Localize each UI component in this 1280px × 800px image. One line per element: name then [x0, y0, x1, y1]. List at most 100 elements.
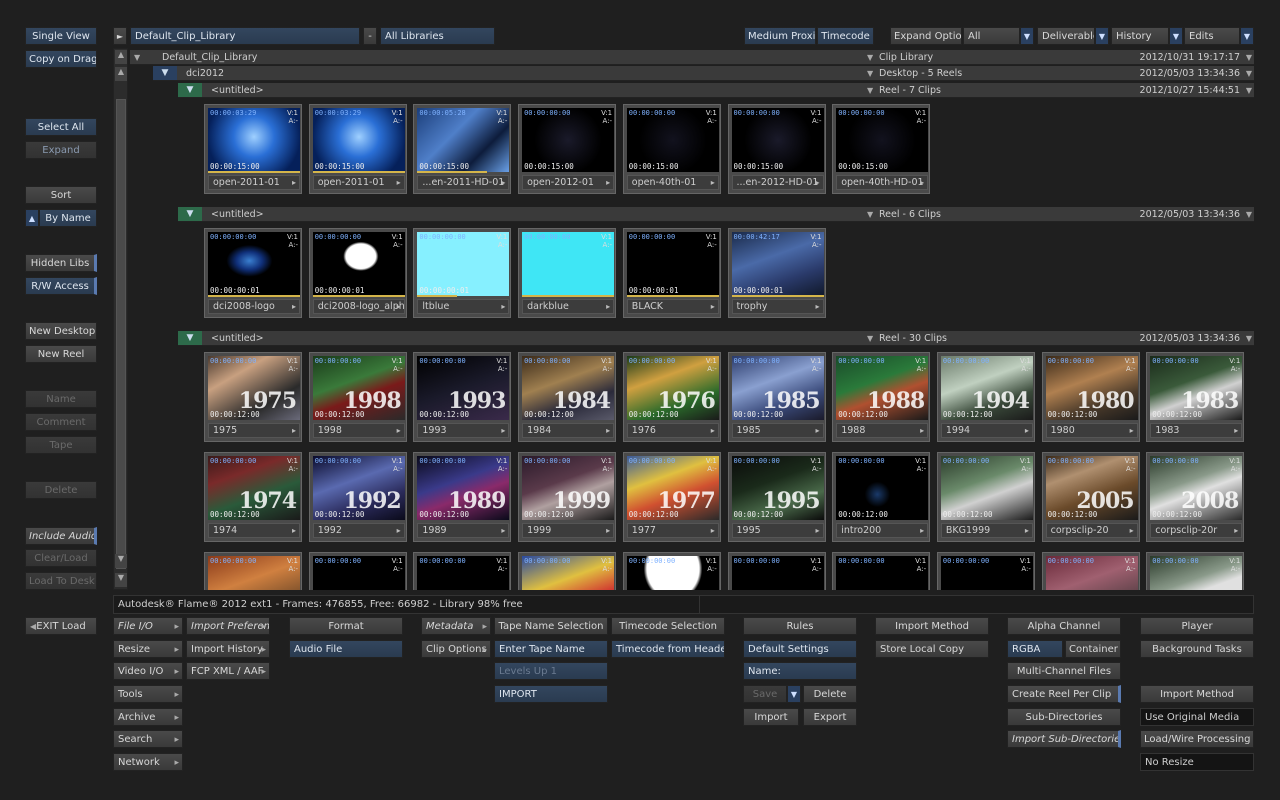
clip-label[interactable]: 1985	[731, 423, 824, 438]
clip-thumbnail[interactable]: 00:00:00:00 V:1 A:-	[832, 552, 931, 590]
by-name-button[interactable]: By Name	[39, 209, 97, 227]
rw-access-button[interactable]: R/W Access	[25, 277, 97, 295]
reel-collapse-icon[interactable]: ▼	[178, 83, 202, 97]
reel-row[interactable]: ▼ <untitled> ▼ Reel - 7 Clips 2012/10/27…	[178, 83, 1254, 98]
clip-thumbnail[interactable]: 00:00:00:00 V:1 A:- 1976 00:00:12:00 1976	[622, 352, 721, 442]
clip-label[interactable]: 1994	[940, 423, 1033, 438]
history-select[interactable]: History	[1111, 27, 1169, 45]
scroll-thumb[interactable]	[116, 99, 126, 569]
clip-label[interactable]: 1976	[626, 423, 719, 438]
new-desktop-button[interactable]: New Desktop	[25, 322, 97, 340]
audio-file-button[interactable]: Audio File	[289, 640, 403, 658]
clip-thumbnail[interactable]: 00:00:00:00 V:1 A:- 1980 00:00:12:00 1980	[1041, 352, 1140, 442]
desktop-collapse-icon[interactable]: ▼	[153, 66, 177, 80]
default-settings-button[interactable]: Default Settings	[743, 640, 857, 658]
clip-thumbnail[interactable]: 00:00:00:00 V:1 A:- 1974 00:00:12:00 1974	[204, 452, 302, 542]
sort-button[interactable]: Sort	[25, 186, 97, 204]
import-submit-button[interactable]: IMPORT	[494, 685, 608, 703]
import-preferences-button[interactable]: Import Preferences	[186, 617, 270, 635]
rule-name-field[interactable]: Name:	[743, 662, 857, 680]
clip-thumbnail[interactable]: 00:00:00:00 V:1 A:-	[936, 552, 1035, 590]
library-row[interactable]: ▼ Default_Clip_Library ▼ Clip Library 20…	[130, 50, 1254, 65]
medium-proxies-button[interactable]: Medium Proxies	[744, 27, 816, 45]
create-reel-per-clip-button[interactable]: Create Reel Per Clip	[1007, 685, 1121, 703]
library-name-field[interactable]: Default_Clip_Library	[130, 27, 360, 45]
library-row-menu-icon[interactable]: ▼	[867, 50, 873, 65]
import-method-header[interactable]: Import Method	[875, 617, 989, 635]
store-local-copy-button[interactable]: Store Local Copy	[875, 640, 989, 658]
clip-label[interactable]: 1984	[522, 423, 615, 438]
clip-thumbnail[interactable]: 00:00:00:00 V:1 A:- 1975 00:00:12:00 1975	[204, 352, 302, 442]
clip-label[interactable]: open-40th-01	[626, 175, 719, 190]
clip-thumbnail[interactable]: 00:00:00:00 V:1 A:-	[518, 552, 617, 590]
timecode-button[interactable]: Timecode	[817, 27, 874, 45]
enter-tape-name-button[interactable]: Enter Tape Name	[494, 640, 608, 658]
edits-dropdown-icon[interactable]: ▼	[1240, 27, 1254, 45]
copy-on-drag-button[interactable]: Copy on Drag	[25, 50, 97, 68]
desktop-row[interactable]: ▼ dci2012 ▼ Desktop - 5 Reels 2012/05/03…	[153, 66, 1254, 81]
clip-thumbnail[interactable]: 00:00:00:00 V:1 A:- 1983 00:00:12:00 1983	[1146, 352, 1245, 442]
import-sub-directories-button[interactable]: Import Sub-Directories	[1007, 730, 1121, 748]
clip-thumbnail[interactable]: 00:00:00:00 V:1 A:- 1992 00:00:12:00 1992	[308, 452, 407, 542]
clip-thumbnail[interactable]: 00:00:00:00 V:1 A:-	[1041, 552, 1140, 590]
clip-label[interactable]: open-2011-01	[312, 175, 405, 190]
deliverables-select[interactable]: Deliverables	[1037, 27, 1095, 45]
scroll-up-icon[interactable]: ▲	[115, 67, 127, 81]
metadata-button[interactable]: Metadata	[421, 617, 491, 635]
reel-row-menu-icon[interactable]: ▼	[867, 207, 873, 222]
clip-label[interactable]: dci2008-logo_alpha	[312, 299, 405, 314]
reel-row-menu-icon[interactable]: ▼	[867, 331, 873, 346]
alpha-channel-button[interactable]: Alpha Channel	[1007, 617, 1121, 635]
clip-thumbnail[interactable]: 00:00:00:00 V:1 A:-	[727, 552, 826, 590]
sub-directories-button[interactable]: Sub-Directories	[1007, 708, 1121, 726]
comment-button[interactable]: Comment	[25, 413, 97, 431]
clip-label[interactable]: 1977	[626, 523, 719, 538]
clip-thumbnail[interactable]: 00:00:03:29 V:1 A:- 00:00:15:00 open-2011-01	[308, 104, 407, 194]
reel-collapse-icon[interactable]: ▼	[178, 207, 202, 221]
filter-all-select[interactable]: All	[963, 27, 1020, 45]
clip-label[interactable]: 1983	[1150, 423, 1243, 438]
rules-button[interactable]: Rules	[743, 617, 857, 635]
save-dropdown-icon[interactable]: ▼	[787, 685, 801, 703]
clip-thumbnail[interactable]: 00:00:00:00 V:1 A:- 00:00:00:01 dci2008-logo	[204, 228, 302, 318]
rgba-button[interactable]: RGBA	[1007, 640, 1063, 658]
clip-label[interactable]: darkblue	[522, 299, 615, 314]
save-rule-button[interactable]: Save	[743, 685, 787, 703]
tape-button[interactable]: Tape	[25, 436, 97, 454]
clip-label[interactable]: 1992	[312, 523, 405, 538]
clip-label[interactable]: 1989	[417, 523, 510, 538]
clip-label[interactable]: ...en-2011-HD-01	[417, 175, 510, 190]
single-view-button[interactable]: Single View	[25, 27, 97, 45]
tools-button[interactable]: Tools	[113, 685, 183, 703]
clip-label[interactable]: intro200	[836, 523, 929, 538]
clip-label[interactable]: ltblue	[417, 299, 510, 314]
filter-all-dropdown-icon[interactable]: ▼	[1020, 27, 1034, 45]
expand-button[interactable]: Expand	[25, 141, 97, 159]
clip-thumbnail[interactable]: 00:00:00:00 V:1 A:- 1977 00:00:12:00 1977	[622, 452, 721, 542]
clip-thumbnail[interactable]: 00:00:00:00 V:1 A:- 00:00:00:01 ltblue	[413, 228, 512, 318]
clip-thumbnail[interactable]: 00:00:00:00 V:1 A:- 1989 00:00:12:00 1989	[413, 452, 512, 542]
include-audio-button[interactable]: Include Audio	[25, 527, 97, 545]
clip-thumbnail[interactable]: 00:00:03:29 V:1 A:- 00:00:15:00 open-2011-01	[204, 104, 302, 194]
clip-thumbnail[interactable]: 00:00:00:00 V:1 A:- 00:00:15:00 ...en-2012-H…	[727, 104, 826, 194]
deliverables-dropdown-icon[interactable]: ▼	[1095, 27, 1109, 45]
clip-thumbnail[interactable]: 00:00:00:00 V:1 A:-	[308, 552, 407, 590]
search-button[interactable]: Search	[113, 730, 183, 748]
fcp-xml-button[interactable]: FCP XML / AAF	[186, 662, 270, 680]
clip-thumbnail[interactable]: 00:00:00:00 V:1 A:- 00:00:12:00 intro200	[832, 452, 931, 542]
scroll-top-icon[interactable]: ▲	[115, 50, 127, 64]
desktop-row-dropdown-icon[interactable]: ▼	[1246, 66, 1252, 81]
sort-order-icon[interactable]: ▲	[25, 209, 39, 227]
clip-label[interactable]: corpsclip-20	[1045, 523, 1138, 538]
library-scrollbar[interactable]: ▲ ▲ ▼ ▼	[113, 48, 128, 590]
clip-thumbnail[interactable]: 00:00:00:00 V:1 A:- 1993 00:00:12:00 1993	[413, 352, 512, 442]
clip-thumbnail[interactable]: 00:00:00:00 V:1 A:- 1994 00:00:12:00 1994	[936, 352, 1035, 442]
clip-label[interactable]: open-2011-01	[208, 175, 300, 190]
clip-label[interactable]: open-40th-HD-01	[836, 175, 929, 190]
timecode-selection-button[interactable]: Timecode Selection	[611, 617, 725, 635]
desktop-row-menu-icon[interactable]: ▼	[867, 66, 873, 81]
use-original-media-field[interactable]: Use Original Media	[1140, 708, 1254, 726]
clip-thumbnail[interactable]: 00:00:00:00 V:1 A:-	[1146, 552, 1245, 590]
network-button[interactable]: Network	[113, 753, 183, 771]
import-method-button[interactable]: Import Method	[1140, 685, 1254, 703]
